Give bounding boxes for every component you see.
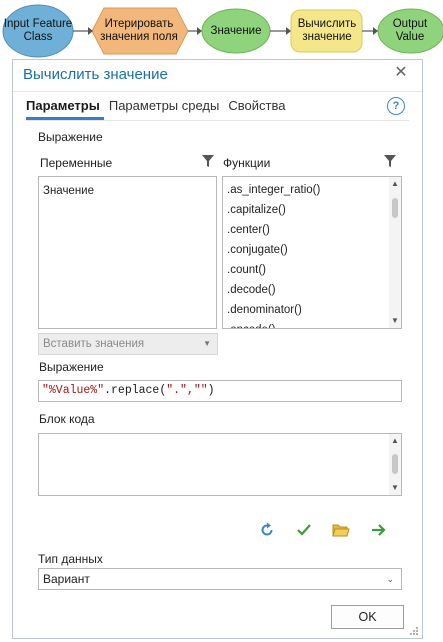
function-item[interactable]: .center() bbox=[223, 220, 401, 240]
variable-item[interactable]: Значение bbox=[39, 181, 216, 201]
expression-input[interactable]: "%Value%".replace(".","") bbox=[38, 380, 402, 402]
code-block-scrollbar[interactable]: ▲ ▼ bbox=[389, 434, 401, 495]
variables-filter-icon[interactable] bbox=[201, 154, 215, 168]
scroll-up-icon[interactable]: ▲ bbox=[389, 178, 401, 190]
scroll-thumb[interactable] bbox=[392, 454, 398, 474]
expression-section-label: Выражение bbox=[38, 130, 103, 144]
data-type-value: Вариант bbox=[43, 572, 90, 586]
code-block-label: Блок кода bbox=[39, 412, 95, 426]
function-item[interactable]: .conjugate() bbox=[223, 240, 401, 260]
function-item[interactable]: .denominator() bbox=[223, 300, 401, 320]
arrow-right-icon bbox=[372, 524, 386, 536]
expression-close-token: ) bbox=[207, 384, 215, 397]
functions-filter-icon[interactable] bbox=[383, 154, 397, 168]
scroll-up-icon[interactable]: ▲ bbox=[389, 435, 401, 447]
chevron-down-icon: ▼ bbox=[203, 339, 211, 348]
title-divider bbox=[13, 91, 422, 92]
tab-environments[interactable]: Параметры среды bbox=[109, 98, 224, 120]
expression-method-token: .replace( bbox=[104, 384, 167, 397]
data-type-select[interactable]: Вариант ⌄ bbox=[38, 568, 402, 590]
value-node[interactable]: Значение bbox=[202, 10, 270, 52]
dialog-title: Вычислить значение bbox=[23, 66, 168, 83]
insert-values-text: Вставить значения bbox=[43, 338, 145, 350]
functions-scrollbar[interactable]: ▲ ▼ bbox=[389, 177, 401, 328]
expression-label: Выражение bbox=[39, 360, 104, 374]
data-type-label: Тип данных bbox=[38, 552, 103, 566]
undo-button[interactable] bbox=[258, 521, 276, 539]
function-item[interactable]: .as_integer_ratio() bbox=[223, 180, 401, 200]
iterate-field-values-node[interactable]: Итерировать значения поля bbox=[91, 8, 187, 54]
calculate-value-node[interactable]: Вычислить значение bbox=[292, 10, 362, 52]
variables-list[interactable]: Значение bbox=[38, 176, 217, 329]
functions-list[interactable]: .as_integer_ratio() .capitalize() .cente… bbox=[222, 176, 402, 329]
scroll-down-icon[interactable]: ▼ bbox=[389, 482, 401, 494]
code-block-input[interactable]: ▲ ▼ bbox=[38, 433, 402, 496]
tab-properties[interactable]: Свойства bbox=[228, 98, 289, 120]
tab-parameters[interactable]: Параметры bbox=[26, 98, 104, 120]
close-icon[interactable]: ✕ bbox=[392, 64, 410, 82]
model-diagram: Input Feature Class Итерировать значения… bbox=[0, 0, 443, 62]
expression-toolbar bbox=[258, 521, 398, 541]
verify-button[interactable] bbox=[295, 521, 313, 539]
calculate-value-dialog: Вычислить значение ✕ Параметры Параметры… bbox=[12, 59, 423, 639]
open-button[interactable] bbox=[332, 521, 350, 539]
input-feature-class-node[interactable]: Input Feature Class bbox=[3, 6, 73, 56]
help-icon[interactable]: ? bbox=[387, 97, 405, 115]
check-icon bbox=[297, 524, 311, 536]
chevron-down-icon: ⌄ bbox=[386, 574, 394, 584]
function-item[interactable]: .encode() bbox=[223, 320, 401, 328]
folder-icon bbox=[332, 524, 350, 537]
output-value-node[interactable]: Output Value bbox=[378, 10, 442, 52]
ok-button[interactable]: OK bbox=[331, 605, 404, 629]
expression-string-token: "%Value%" bbox=[42, 384, 105, 397]
function-item[interactable]: .count() bbox=[223, 260, 401, 280]
export-button[interactable] bbox=[370, 521, 388, 539]
resize-grip-icon[interactable] bbox=[409, 626, 419, 636]
scroll-thumb[interactable] bbox=[392, 198, 398, 218]
undo-icon bbox=[261, 522, 273, 536]
scroll-down-icon[interactable]: ▼ bbox=[389, 315, 401, 327]
insert-values-dropdown[interactable]: Вставить значения ▼ bbox=[38, 333, 218, 355]
expression-args-token: ".","" bbox=[166, 384, 208, 397]
function-item[interactable]: .decode() bbox=[223, 280, 401, 300]
function-item[interactable]: .capitalize() bbox=[223, 200, 401, 220]
functions-label: Функции bbox=[223, 156, 271, 170]
tab-divider bbox=[26, 120, 409, 121]
tab-bar: Параметры Параметры среды Свойства bbox=[26, 98, 294, 120]
variables-label: Переменные bbox=[40, 156, 113, 170]
